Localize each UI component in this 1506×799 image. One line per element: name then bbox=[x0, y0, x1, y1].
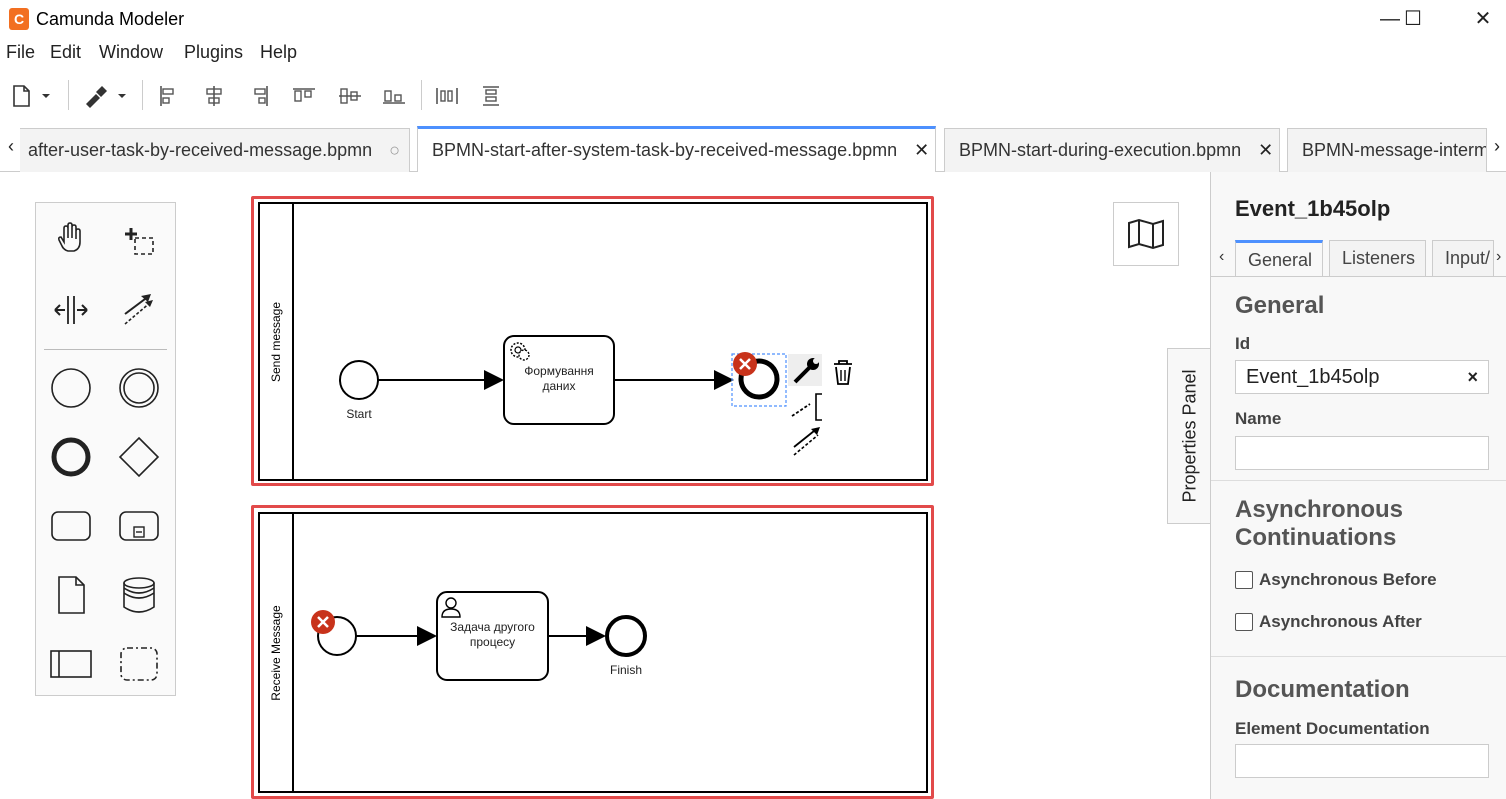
diagram-shapes bbox=[311, 335, 852, 681]
connect-icon[interactable] bbox=[793, 427, 820, 456]
async-heading-line: Continuations bbox=[1235, 524, 1397, 551]
tabs-underline bbox=[1211, 276, 1506, 277]
name-input[interactable] bbox=[1235, 436, 1489, 470]
align-top-button[interactable] bbox=[291, 82, 317, 110]
menu-plugins[interactable]: Plugins bbox=[184, 42, 243, 63]
menu-edit[interactable]: Edit bbox=[50, 42, 81, 63]
end-event-label: Finish bbox=[609, 663, 642, 677]
toolbar bbox=[0, 78, 1506, 114]
align-left-icon bbox=[160, 86, 174, 106]
align-center-button[interactable] bbox=[203, 82, 225, 110]
align-bottom-icon bbox=[383, 90, 405, 104]
async-before-label: Asynchronous Before bbox=[1259, 570, 1437, 589]
menu-window[interactable]: Window bbox=[99, 42, 163, 63]
id-input-value: Event_1b45olp bbox=[1246, 366, 1380, 388]
element-documentation-input[interactable] bbox=[1235, 744, 1489, 778]
end-event[interactable] bbox=[605, 615, 647, 657]
distribute-vertical-button[interactable] bbox=[480, 82, 502, 110]
toolbar-separator bbox=[421, 80, 422, 110]
tab-scroll-right[interactable]: › bbox=[1494, 136, 1500, 157]
id-label: Id bbox=[1235, 334, 1251, 353]
distribute-horizontal-icon bbox=[436, 88, 458, 104]
align-top-icon bbox=[293, 88, 315, 102]
trash-icon[interactable] bbox=[834, 360, 852, 385]
tab-file-1[interactable]: after-user-task-by-received-message.bpmn… bbox=[20, 128, 410, 172]
toolbar-separator bbox=[68, 80, 69, 110]
toolbar-separator bbox=[142, 80, 143, 110]
tab-scroll-left[interactable]: ‹ bbox=[8, 136, 14, 157]
paint-brush-icon bbox=[86, 86, 126, 108]
async-after-checkbox[interactable]: Asynchronous After bbox=[1235, 612, 1422, 632]
tab-input-output[interactable]: Input/ bbox=[1432, 240, 1494, 276]
task-label: Задача другого процесу bbox=[450, 620, 535, 649]
file-tab-bar: ‹ after-user-task-by-received-message.bp… bbox=[0, 122, 1506, 173]
tab-listeners[interactable]: Listeners bbox=[1329, 240, 1426, 276]
maximize-button[interactable]: ☐ bbox=[1390, 4, 1436, 34]
diagram-canvas[interactable]: Send message Receive Message Start Форму… bbox=[0, 172, 1211, 799]
start-event-label: Start bbox=[346, 407, 372, 421]
align-left-button[interactable] bbox=[158, 82, 180, 110]
id-input[interactable]: Event_1b45olp × bbox=[1235, 360, 1489, 394]
tab-file-3[interactable]: BPMN-start-during-execution.bpmn ✕ bbox=[944, 128, 1280, 172]
task-label: Формування даних bbox=[524, 364, 594, 393]
async-before-checkbox[interactable]: Asynchronous Before bbox=[1235, 570, 1437, 590]
color-button[interactable] bbox=[82, 82, 130, 110]
section-divider bbox=[1211, 656, 1506, 657]
name-label: Name bbox=[1235, 409, 1282, 428]
async-heading-line: Asynchronous bbox=[1235, 496, 1404, 523]
async-after-label: Asynchronous After bbox=[1259, 612, 1422, 631]
align-right-button[interactable] bbox=[248, 82, 270, 110]
documentation-heading: Documentation bbox=[1235, 676, 1410, 703]
align-center-icon bbox=[206, 86, 222, 106]
clear-id-icon[interactable]: × bbox=[1467, 361, 1478, 393]
start-event[interactable] bbox=[339, 360, 379, 400]
window-title: Camunda Modeler bbox=[36, 9, 185, 29]
close-tab-icon[interactable]: ✕ bbox=[914, 140, 929, 160]
tab-label: after-user-task-by-received-message.bpmn bbox=[28, 140, 373, 160]
align-right-icon bbox=[254, 86, 268, 106]
text-annotation-icon[interactable] bbox=[791, 393, 822, 421]
tab-label: BPMN-start-during-execution.bpmn bbox=[959, 140, 1242, 160]
props-tab-scroll-left[interactable]: ‹ bbox=[1219, 248, 1224, 266]
async-heading: Asynchronous Continuations bbox=[1235, 496, 1403, 552]
align-middle-button[interactable] bbox=[337, 82, 363, 110]
map-icon bbox=[1128, 218, 1164, 250]
tab-label: BPMN-message-interm bbox=[1302, 140, 1487, 160]
checkbox-box[interactable] bbox=[1235, 571, 1253, 589]
menu-file[interactable]: File bbox=[6, 42, 35, 63]
tab-file-4[interactable]: BPMN-message-interm bbox=[1287, 128, 1487, 172]
align-middle-icon bbox=[339, 88, 361, 104]
distribute-horizontal-button[interactable] bbox=[434, 82, 460, 110]
section-divider bbox=[1211, 480, 1506, 481]
checkbox-box[interactable] bbox=[1235, 613, 1253, 631]
properties-panel-toggle-label: Properties Panel bbox=[1179, 369, 1199, 503]
title-bar: C Camunda Modeler — ☐ ✕ bbox=[0, 0, 1506, 38]
close-window-button[interactable]: ✕ bbox=[1460, 4, 1506, 34]
new-file-button[interactable] bbox=[10, 82, 54, 110]
unsaved-indicator-icon[interactable]: ○ bbox=[389, 140, 400, 160]
element-id-title: Event_1b45olp bbox=[1235, 196, 1391, 221]
menu-help[interactable]: Help bbox=[260, 42, 297, 63]
new-file-icon bbox=[13, 85, 50, 107]
tab-label: BPMN-start-after-system-task-by-received… bbox=[432, 140, 898, 160]
properties-panel: Event_1b45olp ‹ General Listeners Input/… bbox=[1210, 172, 1506, 799]
distribute-vertical-icon bbox=[483, 86, 499, 106]
props-tab-scroll-right[interactable]: › bbox=[1496, 248, 1501, 266]
camunda-logo-icon: C bbox=[9, 8, 29, 30]
properties-panel-toggle[interactable]: Properties Panel bbox=[1167, 348, 1211, 524]
tab-general[interactable]: General bbox=[1235, 240, 1323, 276]
element-documentation-label: Element Documentation bbox=[1235, 719, 1430, 738]
close-tab-icon[interactable]: ✕ bbox=[1258, 140, 1273, 160]
align-bottom-button[interactable] bbox=[381, 82, 407, 110]
general-heading: General bbox=[1235, 292, 1325, 319]
tab-file-2[interactable]: BPMN-start-after-system-task-by-received… bbox=[417, 126, 936, 173]
minimap-toggle-button[interactable] bbox=[1113, 202, 1179, 266]
